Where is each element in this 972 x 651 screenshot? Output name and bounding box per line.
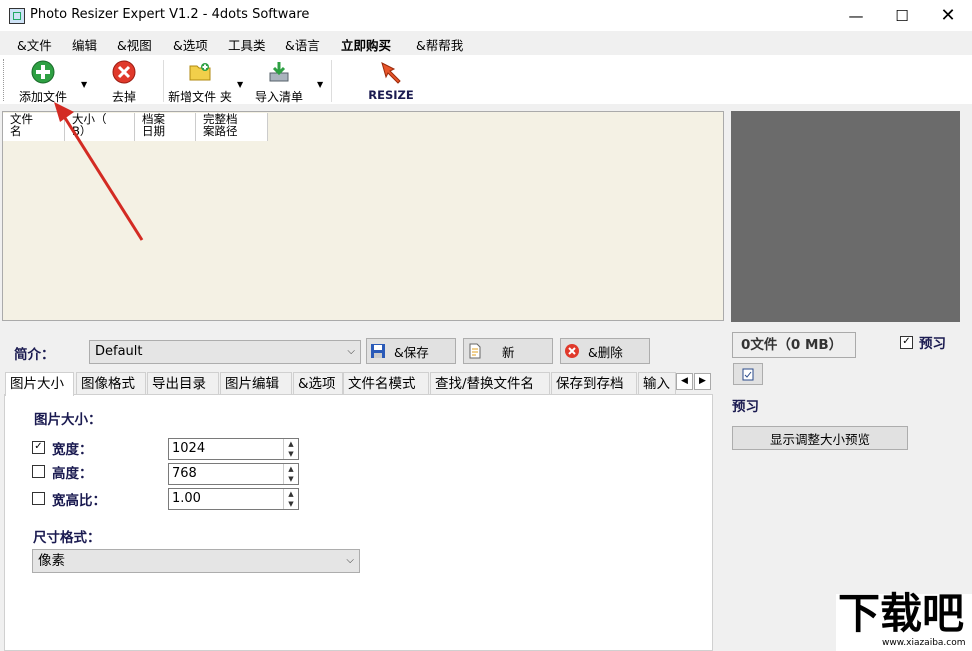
close-icon[interactable]: ✕ [925,0,971,31]
unit-heading: 尺寸格式： [33,530,101,546]
width-value: 1024 [172,441,206,456]
menu-language[interactable]: &语言 [285,35,320,54]
save-profile-button[interactable]: &保存 [366,338,456,364]
tab-scroll-right-icon[interactable]: ▶ [694,373,711,390]
clipboard-icon [742,368,754,381]
image-size-panel [4,394,713,651]
add-folder-button[interactable]: 新增文件 夹 [166,60,234,105]
import-list-label: 导入清单 [254,90,303,104]
import-list-dropdown-icon[interactable]: ▼ [317,80,323,89]
preview-pane [731,111,960,322]
ratio-label: 宽高比： [52,493,106,509]
tab-save-to-archive[interactable]: 保存到存档 [551,372,637,395]
add-folder-dropdown-icon[interactable]: ▼ [237,80,243,89]
spinner-icon[interactable]: ▲ ▼ [283,439,298,459]
watermark-sub: www.xiazaiba.com [882,638,966,648]
width-input[interactable]: 1024 ▲ ▼ [168,438,299,460]
resize-icon [379,60,403,84]
profile-select[interactable]: Default ⌵ [89,340,361,364]
toolbar-separator [331,60,332,102]
window-title: Photo Resizer Expert V1.2 - 4dots Softwa… [30,7,310,22]
watermark-main: 下载吧 [838,589,965,638]
add-files-button[interactable]: 添加文件 [14,60,72,105]
tab-options[interactable]: &选项 [293,372,343,395]
menu-edit[interactable]: 编辑 [72,35,97,54]
width-label: 宽度： [52,442,93,458]
tab-image-format[interactable]: 图像格式 [76,372,146,395]
spinner-icon[interactable]: ▲ ▼ [283,464,298,484]
unit-select[interactable]: 像素 ⌵ [32,549,360,573]
minimize-icon[interactable]: — [833,0,879,31]
delete-profile-button[interactable]: &删除 [560,338,650,364]
tab-filename-pattern[interactable]: 文件名模式 [343,372,429,395]
spinner-icon[interactable]: ▲ ▼ [283,489,298,509]
new-profile-label: 新 [502,344,515,360]
ratio-checkbox[interactable] [32,492,45,505]
image-size-heading: 图片大小： [34,412,102,428]
folder-add-icon [188,60,212,84]
remove-button[interactable]: 去掉 [100,60,148,105]
chevron-down-icon: ⌵ [347,346,355,357]
add-folder-label: 新增文件 夹 [168,90,232,104]
height-label: 高度： [52,466,93,482]
annotation-arrow [54,102,144,241]
preview-checkbox[interactable]: ✓ [900,336,913,349]
menu-help[interactable]: &帮帮我 [416,35,463,54]
preview-label: 预习 [732,399,759,415]
resize-button[interactable]: RESIZE [366,60,416,102]
show-resize-preview-button[interactable]: 显示调整大小预览 [732,426,908,450]
preview-toggle-button[interactable] [733,363,763,385]
height-input[interactable]: 768 ▲ ▼ [168,463,299,485]
chevron-down-icon: ⌵ [346,555,354,566]
save-icon [371,344,385,358]
preview-checkbox-label: 预习 [919,336,946,352]
toolbar-separator [163,60,164,102]
new-profile-button[interactable]: 新 [463,338,553,364]
tab-image-size[interactable]: 图片大小 [5,372,74,396]
add-files-dropdown-icon[interactable]: ▼ [81,80,87,89]
tab-image-edit[interactable]: 图片编辑 [220,372,292,395]
ratio-input[interactable]: 1.00 ▲ ▼ [168,488,299,510]
height-checkbox[interactable] [32,465,45,478]
menu-options[interactable]: &选项 [173,35,208,54]
width-checkbox[interactable]: ✓ [32,441,45,454]
maximize-icon[interactable]: ☐ [879,0,925,31]
tab-input[interactable]: 输入 [638,372,676,395]
column-fullpath[interactable]: 完整档 案路径 [196,113,268,141]
unit-value: 像素 [38,553,65,569]
watermark-logo: 下载吧 www.xiazaiba.com [836,589,972,651]
remove-icon [112,60,136,84]
toolbar-grip[interactable] [3,59,6,101]
delete-profile-label: &删除 [588,344,623,360]
profile-label: 简介： [14,347,55,363]
file-count-status: 0文件（0 MB） [732,332,856,358]
menu-file[interactable]: &文件 [17,35,52,54]
import-icon [267,60,291,84]
menu-buy-now[interactable]: 立即购买 [341,35,391,54]
new-document-icon [469,343,481,359]
tab-find-replace-filename[interactable]: 查找/替换文件名 [430,372,550,395]
tab-output-folder[interactable]: 导出目录 [147,372,219,395]
import-list-button[interactable]: 导入清单 [252,60,306,105]
menu-tools[interactable]: 工具类 [228,35,266,54]
ratio-value: 1.00 [172,491,201,506]
tab-scroll-left-icon[interactable]: ◀ [676,373,693,390]
height-value: 768 [172,466,197,481]
add-icon [31,60,55,84]
profile-value: Default [95,344,143,359]
delete-icon [565,344,579,358]
resize-label: RESIZE [368,88,414,102]
save-profile-label: &保存 [394,344,429,360]
menu-view[interactable]: &视图 [117,35,152,54]
app-icon [9,8,25,24]
